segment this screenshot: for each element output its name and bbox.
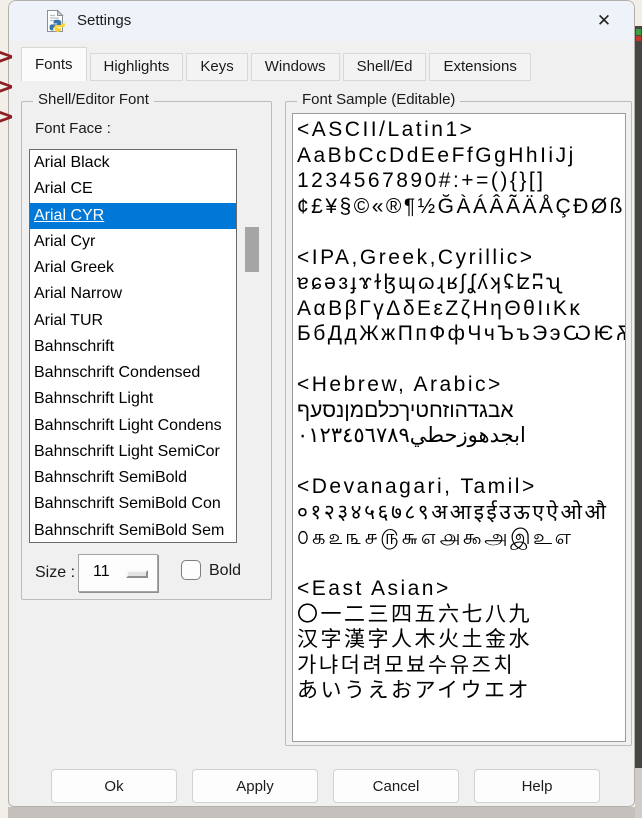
font-sample-line: БбДдЖжПпФфЧчЪъЭэѠѤѪӾ [297,321,625,347]
font-face-label: Font Face : [35,120,111,137]
font-list-item[interactable]: Arial Black [30,150,236,176]
font-sample-line: ابجدهوزحطي٠١٢٣٤٥٦٧٨٩ [297,423,625,449]
font-sample-line [297,219,625,245]
font-sample-line [297,347,625,373]
font-sample-line: <Devanagari, Tamil> [297,474,625,500]
python-idle-file-icon [43,9,67,33]
tab-windows[interactable]: Windows [251,53,340,81]
font-sample-line [297,551,625,577]
tab-highlights[interactable]: Highlights [90,53,184,81]
font-sample-line: 汉字漢字人木火土金水 [297,627,625,653]
font-sample-line: 가냐더려모뵤수유즈치 [297,653,625,679]
cancel-button[interactable]: Cancel [333,769,459,803]
bold-checkbox[interactable] [181,560,201,580]
font-sample-line: אבגדהוזחטיךכלםמןנסעף [297,398,625,424]
font-sample-line: あいうえおアイウエオ [297,678,625,704]
font-list-item[interactable]: Arial Greek [30,255,236,281]
font-sample-editor[interactable]: <ASCII/Latin1>AaBbCcDdEeFfGgHhIiJj123456… [292,113,626,742]
font-sample-group-label: Font Sample (Editable) [297,91,460,108]
window-title: Settings [77,12,131,29]
font-list-item[interactable]: Arial Cyr [30,229,236,255]
font-list-item[interactable]: Arial CE [30,176,236,202]
font-list-item[interactable]: Arial CYR [30,203,236,229]
annotation-arrow: > [0,104,13,130]
font-sample-line: 1234567890#:+=(){}[] [297,168,625,194]
font-sample-line: <ASCII/Latin1> [297,117,625,143]
tab-shell-ed[interactable]: Shell/Ed [343,53,427,81]
tab-keys[interactable]: Keys [186,53,247,81]
close-icon: ✕ [597,11,611,31]
tab-extensions[interactable]: Extensions [429,53,530,81]
screen: > > > Settings ✕ FontsHighlightsKeysWindow… [0,0,642,818]
font-list-item[interactable]: Bahnschrift Light SemiCor [30,439,236,465]
apply-button[interactable]: Apply [192,769,318,803]
dialog-buttons: Ok Apply Cancel Help [9,769,634,803]
font-sample-group: Font Sample (Editable) <ASCII/Latin1>AaB… [285,101,632,746]
font-list-item[interactable]: Bahnschrift Condensed [30,360,236,386]
background-speck [636,29,641,35]
background-speck [636,36,641,41]
font-list-item[interactable]: Bahnschrift SemiBold [30,465,236,491]
size-label: Size : [35,564,75,582]
font-list-item[interactable]: Bahnschrift Light Condens [30,413,236,439]
shell-editor-font-group-label: Shell/Editor Font [33,91,154,108]
font-sample-line: AaBbCcDdEeFfGgHhIiJj [297,143,625,169]
size-value: 11 [93,563,110,581]
font-sample-line: 〇一二三四五六七八九 [297,602,625,628]
font-list-item[interactable]: Arial TUR [30,308,236,334]
font-sample-line: <Hebrew, Arabic> [297,372,625,398]
background-window-edge [635,26,642,768]
font-list-item[interactable]: Bahnschrift SemiBold Sem [30,518,236,544]
settings-dialog: Settings ✕ FontsHighlightsKeysWindowsShe… [8,0,635,807]
desktop-below-window [8,807,635,818]
font-sample-line: ɐɕəɜɟɤɫɮɰɷɻʁʃʆʎʞʢʫʭʯ [297,270,625,296]
font-list-item[interactable]: Bahnschrift Light [30,386,236,412]
annotation-arrow: > [0,74,13,100]
font-sample-line [297,449,625,475]
tab-fonts[interactable]: Fonts [21,47,87,81]
tab-bar: FontsHighlightsKeysWindowsShell/EdExtens… [9,41,634,81]
bold-label: Bold [209,562,241,580]
scrollbar-thumb[interactable] [245,227,259,272]
dropdown-indicator-icon [126,570,148,578]
size-dropdown[interactable]: 11 [78,554,158,592]
font-sample-line: ΑαΒβΓγΔδΕεΖζΗηΘθΙιΚκ [297,296,625,322]
font-list-scrollbar[interactable] [244,149,260,543]
font-list-item[interactable]: Bahnschrift [30,334,236,360]
font-sample-line: <East Asian> [297,576,625,602]
font-sample-line: <IPA,Greek,Cyrillic> [297,245,625,271]
help-button[interactable]: Help [474,769,600,803]
annotation-arrow: > [0,44,13,70]
shell-editor-font-group: Shell/Editor Font Font Face : Arial Blac… [21,101,272,600]
ok-button[interactable]: Ok [51,769,177,803]
font-sample-line: ௦௧௨௩௪௫௬௭௮௯அஇஉஎ [297,525,625,551]
font-face-listbox[interactable]: Arial BlackArial CEArial CYRArial CyrAri… [29,149,237,543]
background-window-edge-lower [635,768,642,818]
font-list-item[interactable]: Bahnschrift SemiBold Con [30,491,236,517]
font-sample-line: ०१२३४५६७८९अआइईउऊएऐओऔ [297,500,625,526]
close-button[interactable]: ✕ [582,1,626,41]
font-list-item[interactable]: Arial Narrow [30,281,236,307]
titlebar[interactable]: Settings ✕ [9,1,634,41]
font-sample-line: ¢£¥§©«®¶½ĞÀÁÂÃÄÅÇÐØß [297,194,625,220]
